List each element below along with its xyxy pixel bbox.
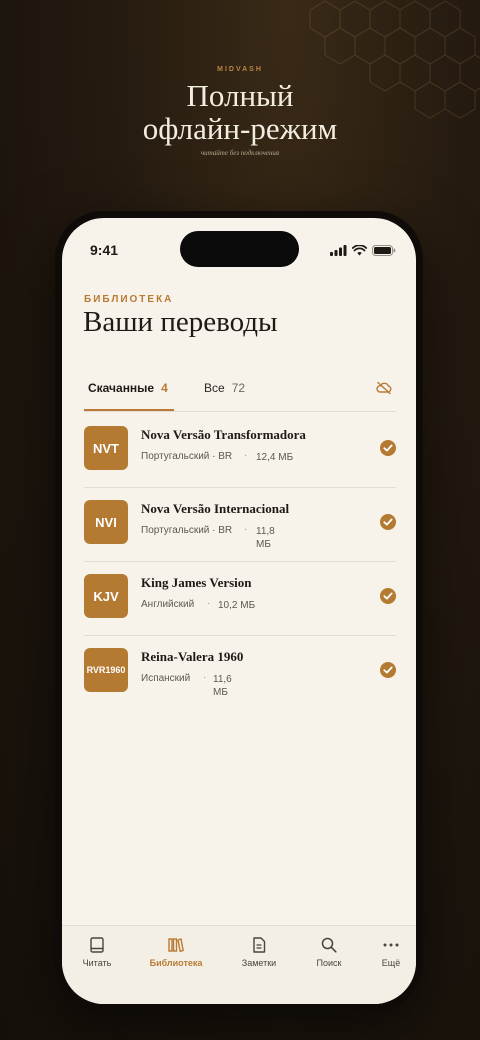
status-icons bbox=[330, 245, 396, 256]
translation-name: King James Version bbox=[141, 575, 252, 590]
translation-badge: RVR1960 bbox=[84, 648, 128, 692]
tabbar-item-more[interactable]: Ещё bbox=[356, 936, 416, 968]
bottom-tab-bar: Читать Библиотека Заметки Поиск Ещё bbox=[62, 925, 416, 1004]
downloaded-check-icon bbox=[380, 588, 396, 604]
tabbar-label: Библиотека bbox=[149, 958, 203, 968]
phone-screen: 9:41 БИБЛИОТЕКА Ваши переводы Скачанные … bbox=[62, 218, 416, 1004]
translation-row[interactable]: NVT Nova Versão Transformadora Португаль… bbox=[84, 414, 396, 488]
search-icon bbox=[321, 937, 337, 953]
notes-icon bbox=[253, 937, 266, 953]
translation-size: 11,8 МБ bbox=[256, 526, 275, 550]
translation-name: Reina-Valera 1960 bbox=[141, 649, 244, 664]
tab-label: Скачанные bbox=[88, 381, 155, 395]
battery-icon bbox=[372, 245, 396, 256]
downloaded-check-icon bbox=[380, 662, 396, 678]
tabbar-label: Читать bbox=[82, 958, 112, 968]
meta-separator: · bbox=[244, 450, 248, 461]
library-icon bbox=[168, 938, 184, 952]
phone-frame: 9:41 БИБЛИОТЕКА Ваши переводы Скачанные … bbox=[55, 211, 423, 1011]
tab-downloaded[interactable]: Скачанные 4 bbox=[88, 381, 168, 395]
translation-language: Английский bbox=[141, 599, 195, 610]
meta-separator: · bbox=[244, 524, 248, 535]
translation-row[interactable]: RVR1960 Reina-Valera 1960 Испанский · 11… bbox=[84, 636, 396, 709]
tab-count: 72 bbox=[231, 381, 246, 395]
promo-header: MIDVASH Полный офлайн-режим читайте без … bbox=[0, 66, 480, 157]
tab-label: Все bbox=[204, 381, 225, 395]
section-label: БИБЛИОТЕКА bbox=[84, 294, 174, 305]
tabbar-item-notes[interactable]: Заметки bbox=[224, 936, 294, 968]
downloaded-check-icon bbox=[380, 514, 396, 530]
tabbar-item-read[interactable]: Читать bbox=[62, 936, 132, 968]
signal-icon bbox=[330, 245, 347, 256]
tabbar-label: Заметки bbox=[241, 958, 277, 968]
book-icon bbox=[90, 937, 104, 953]
active-tab-indicator bbox=[84, 409, 174, 411]
translation-badge: KJV bbox=[84, 574, 128, 618]
tabbar-item-library[interactable]: Библиотека bbox=[141, 936, 211, 968]
translation-language: Португальский · BR bbox=[141, 451, 233, 462]
wifi-icon bbox=[352, 245, 367, 256]
library-tabs: Скачанные 4 Все 72 bbox=[84, 373, 396, 412]
dynamic-island bbox=[180, 231, 299, 267]
translation-row[interactable]: KJV King James Version Английский · 10,2… bbox=[84, 562, 396, 636]
translation-size: 12,4 МБ bbox=[256, 452, 294, 463]
headline-line-1: Полный bbox=[186, 78, 294, 113]
translations-list: NVT Nova Versão Transformadora Португаль… bbox=[84, 414, 396, 709]
tabbar-label: Ещё bbox=[381, 958, 401, 968]
tab-count: 4 bbox=[161, 381, 168, 395]
meta-separator: · bbox=[207, 598, 211, 609]
page-title: Ваши переводы bbox=[83, 306, 278, 338]
translation-name: Nova Versão Transformadora bbox=[141, 427, 306, 442]
tabbar-item-search[interactable]: Поиск bbox=[294, 936, 364, 968]
translation-row[interactable]: NVI Nova Versão Internacional Португальс… bbox=[84, 488, 396, 562]
translation-badge: NVI bbox=[84, 500, 128, 544]
translation-size: 10,2 МБ bbox=[218, 600, 256, 611]
translation-language: Испанский bbox=[141, 673, 191, 684]
headline-line-2: офлайн-режим bbox=[142, 111, 338, 146]
translation-badge: NVT bbox=[84, 426, 128, 470]
promo-tagline: читайте без подключения bbox=[200, 149, 280, 157]
tabbar-label: Поиск bbox=[316, 958, 342, 968]
brand-name: MIDVASH bbox=[217, 66, 263, 73]
promo-headline: Полный офлайн-режим bbox=[0, 79, 480, 145]
translation-size: 11,6 МБ bbox=[213, 674, 232, 698]
translation-name: Nova Versão Internacional bbox=[141, 501, 290, 516]
meta-separator: · bbox=[203, 672, 207, 683]
cloud-off-icon[interactable] bbox=[376, 381, 392, 395]
status-time: 9:41 bbox=[90, 242, 119, 258]
translation-language: Португальский · BR bbox=[141, 525, 233, 536]
tab-all[interactable]: Все 72 bbox=[204, 381, 245, 395]
more-icon bbox=[383, 943, 399, 947]
downloaded-check-icon bbox=[380, 440, 396, 456]
